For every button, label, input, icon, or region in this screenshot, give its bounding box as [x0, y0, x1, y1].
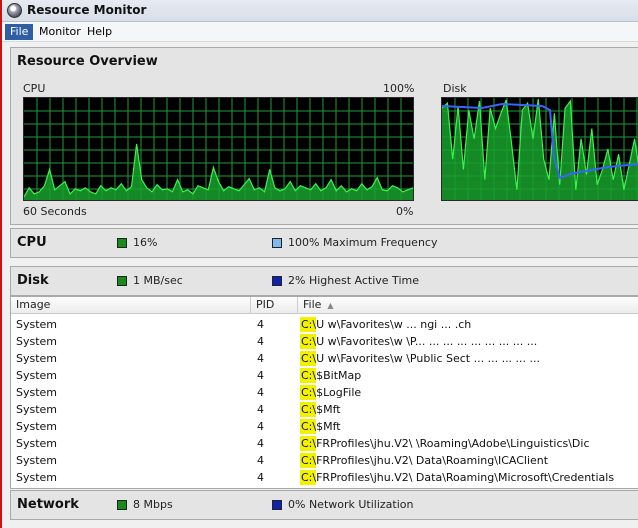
disk-rate-value: 1 MB/sec — [133, 274, 183, 287]
file-cell: C:\FRProfiles\jhu.V2\ Data\Roaming\Micro… — [301, 471, 615, 484]
file-cell: C:\FRProfiles\jhu.V2\ Data\Roaming\ICACl… — [301, 454, 549, 467]
image-cell: System — [16, 437, 58, 450]
sort-ascending-icon: ▲ — [327, 301, 334, 310]
table-row[interactable]: System 4 C:\$BitMap — [11, 367, 638, 384]
file-cell: C:\U w\Favorites\w \Public Sect ... ... … — [301, 352, 541, 365]
disk-graph[interactable] — [441, 97, 638, 201]
pid-cell: 4 — [257, 386, 264, 399]
disk-active-swatch — [272, 276, 282, 286]
column-header-file[interactable]: File ▲ — [298, 297, 638, 314]
file-cell: C:\$LogFile — [301, 386, 362, 399]
image-cell: System — [16, 352, 58, 365]
table-row[interactable]: System 4 C:\$Mft — [11, 418, 638, 435]
pid-cell: 4 — [257, 437, 264, 450]
resource-overview-title: Resource Overview — [17, 54, 158, 69]
file-cell: C:\$Mft — [301, 420, 341, 433]
network-rate-value: 8 Mbps — [133, 498, 173, 511]
disk-active-value: 2% Highest Active Time — [288, 274, 419, 287]
table-row[interactable]: System 4 C:\FRProfiles\jhu.V2\ \Roaming\Ad… — [11, 435, 638, 452]
pid-cell: 4 — [257, 352, 264, 365]
window-title: Resource Monitor — [27, 3, 147, 17]
image-cell: System — [16, 318, 58, 331]
network-section-bar[interactable]: Network 8 Mbps 0% Network Utilization — [10, 490, 638, 520]
table-row[interactable]: System 4 C:\$Mft — [11, 401, 638, 418]
menu-monitor[interactable]: Monitor — [34, 24, 86, 40]
cpu-graph-label: CPU — [23, 82, 46, 95]
resource-overview-panel: Resource Overview CPU 100% 60 Seconds 0%… — [10, 47, 638, 225]
cpu-frequency-value: 100% Maximum Frequency — [288, 236, 438, 249]
column-header-pid[interactable]: PID — [251, 297, 298, 314]
file-cell: C:\$Mft — [301, 403, 341, 416]
file-cell: C:\FRProfiles\jhu.V2\ \Roaming\Adobe\Lin… — [301, 437, 590, 450]
pid-cell: 4 — [257, 471, 264, 484]
disk-graph-canvas — [442, 98, 638, 200]
cpu-graph-max-label: 100% — [383, 82, 415, 95]
pid-cell: 4 — [257, 420, 264, 433]
table-row[interactable]: System 4 C:\U w\Favorites\w \Public Sect .… — [11, 350, 638, 367]
disk-section-title: Disk — [17, 273, 49, 288]
table-row[interactable]: System 4 C:\U w\Favorites\w ... ngi ... .c… — [11, 316, 638, 333]
disk-activity-table: Image PID File ▲ System 4 C:\U w\Favorites\… — [10, 296, 638, 489]
cpu-usage-value: 16% — [133, 236, 158, 249]
image-cell: System — [16, 471, 58, 484]
cpu-graph-time-label: 60 Seconds — [23, 205, 87, 218]
menu-help[interactable]: Help — [82, 24, 117, 40]
image-cell: System — [16, 386, 58, 399]
pid-cell: 4 — [257, 318, 264, 331]
image-cell: System — [16, 403, 58, 416]
cpu-graph-min-label: 0% — [396, 205, 414, 218]
disk-rate-swatch — [117, 276, 127, 286]
file-cell: C:\U w\Favorites\w \P... ... ... ... ...… — [301, 335, 538, 348]
pid-cell: 4 — [257, 369, 264, 382]
table-header: Image PID File ▲ — [11, 297, 638, 314]
network-utilization-swatch — [272, 500, 282, 510]
disk-graph-label: Disk — [443, 82, 467, 95]
table-row[interactable]: System 4 C:\$LogFile — [11, 384, 638, 401]
resource-monitor-window: Resource Monitor File Monitor Help Resou… — [0, 0, 638, 528]
cpu-graph-canvas — [24, 98, 413, 200]
image-cell: System — [16, 335, 58, 348]
image-cell: System — [16, 369, 58, 382]
cpu-frequency-swatch — [272, 238, 282, 248]
cpu-graph[interactable] — [23, 97, 414, 201]
cpu-usage-swatch — [117, 238, 127, 248]
cpu-section-bar[interactable]: CPU 16% 100% Maximum Frequency — [10, 228, 638, 258]
menu-bar: File Monitor Help — [2, 22, 638, 42]
pid-cell: 4 — [257, 403, 264, 416]
table-row[interactable]: System 4 C:\FRProfiles\jhu.V2\ Data\Roamin… — [11, 469, 638, 486]
menu-file[interactable]: File — [5, 24, 34, 40]
network-utilization-value: 0% Network Utilization — [288, 498, 414, 511]
column-header-image[interactable]: Image — [11, 297, 251, 314]
disk-section-bar[interactable]: Disk 1 MB/sec 2% Highest Active Time — [10, 266, 638, 296]
table-row[interactable]: System 4 C:\FRProfiles\jhu.V2\ Data\Roamin… — [11, 452, 638, 469]
cpu-section-title: CPU — [17, 235, 47, 250]
title-bar[interactable]: Resource Monitor — [2, 0, 638, 22]
image-cell: System — [16, 454, 58, 467]
pid-cell: 4 — [257, 335, 264, 348]
image-cell: System — [16, 420, 58, 433]
pid-cell: 4 — [257, 454, 264, 467]
file-cell: C:\U w\Favorites\w ... ngi ... .ch — [301, 318, 472, 331]
file-cell: C:\$BitMap — [301, 369, 362, 382]
network-section-title: Network — [17, 497, 79, 512]
network-rate-swatch — [117, 500, 127, 510]
table-row[interactable]: System 4 C:\U w\Favorites\w \P... ... ... … — [11, 333, 638, 350]
resource-monitor-icon — [7, 3, 22, 18]
